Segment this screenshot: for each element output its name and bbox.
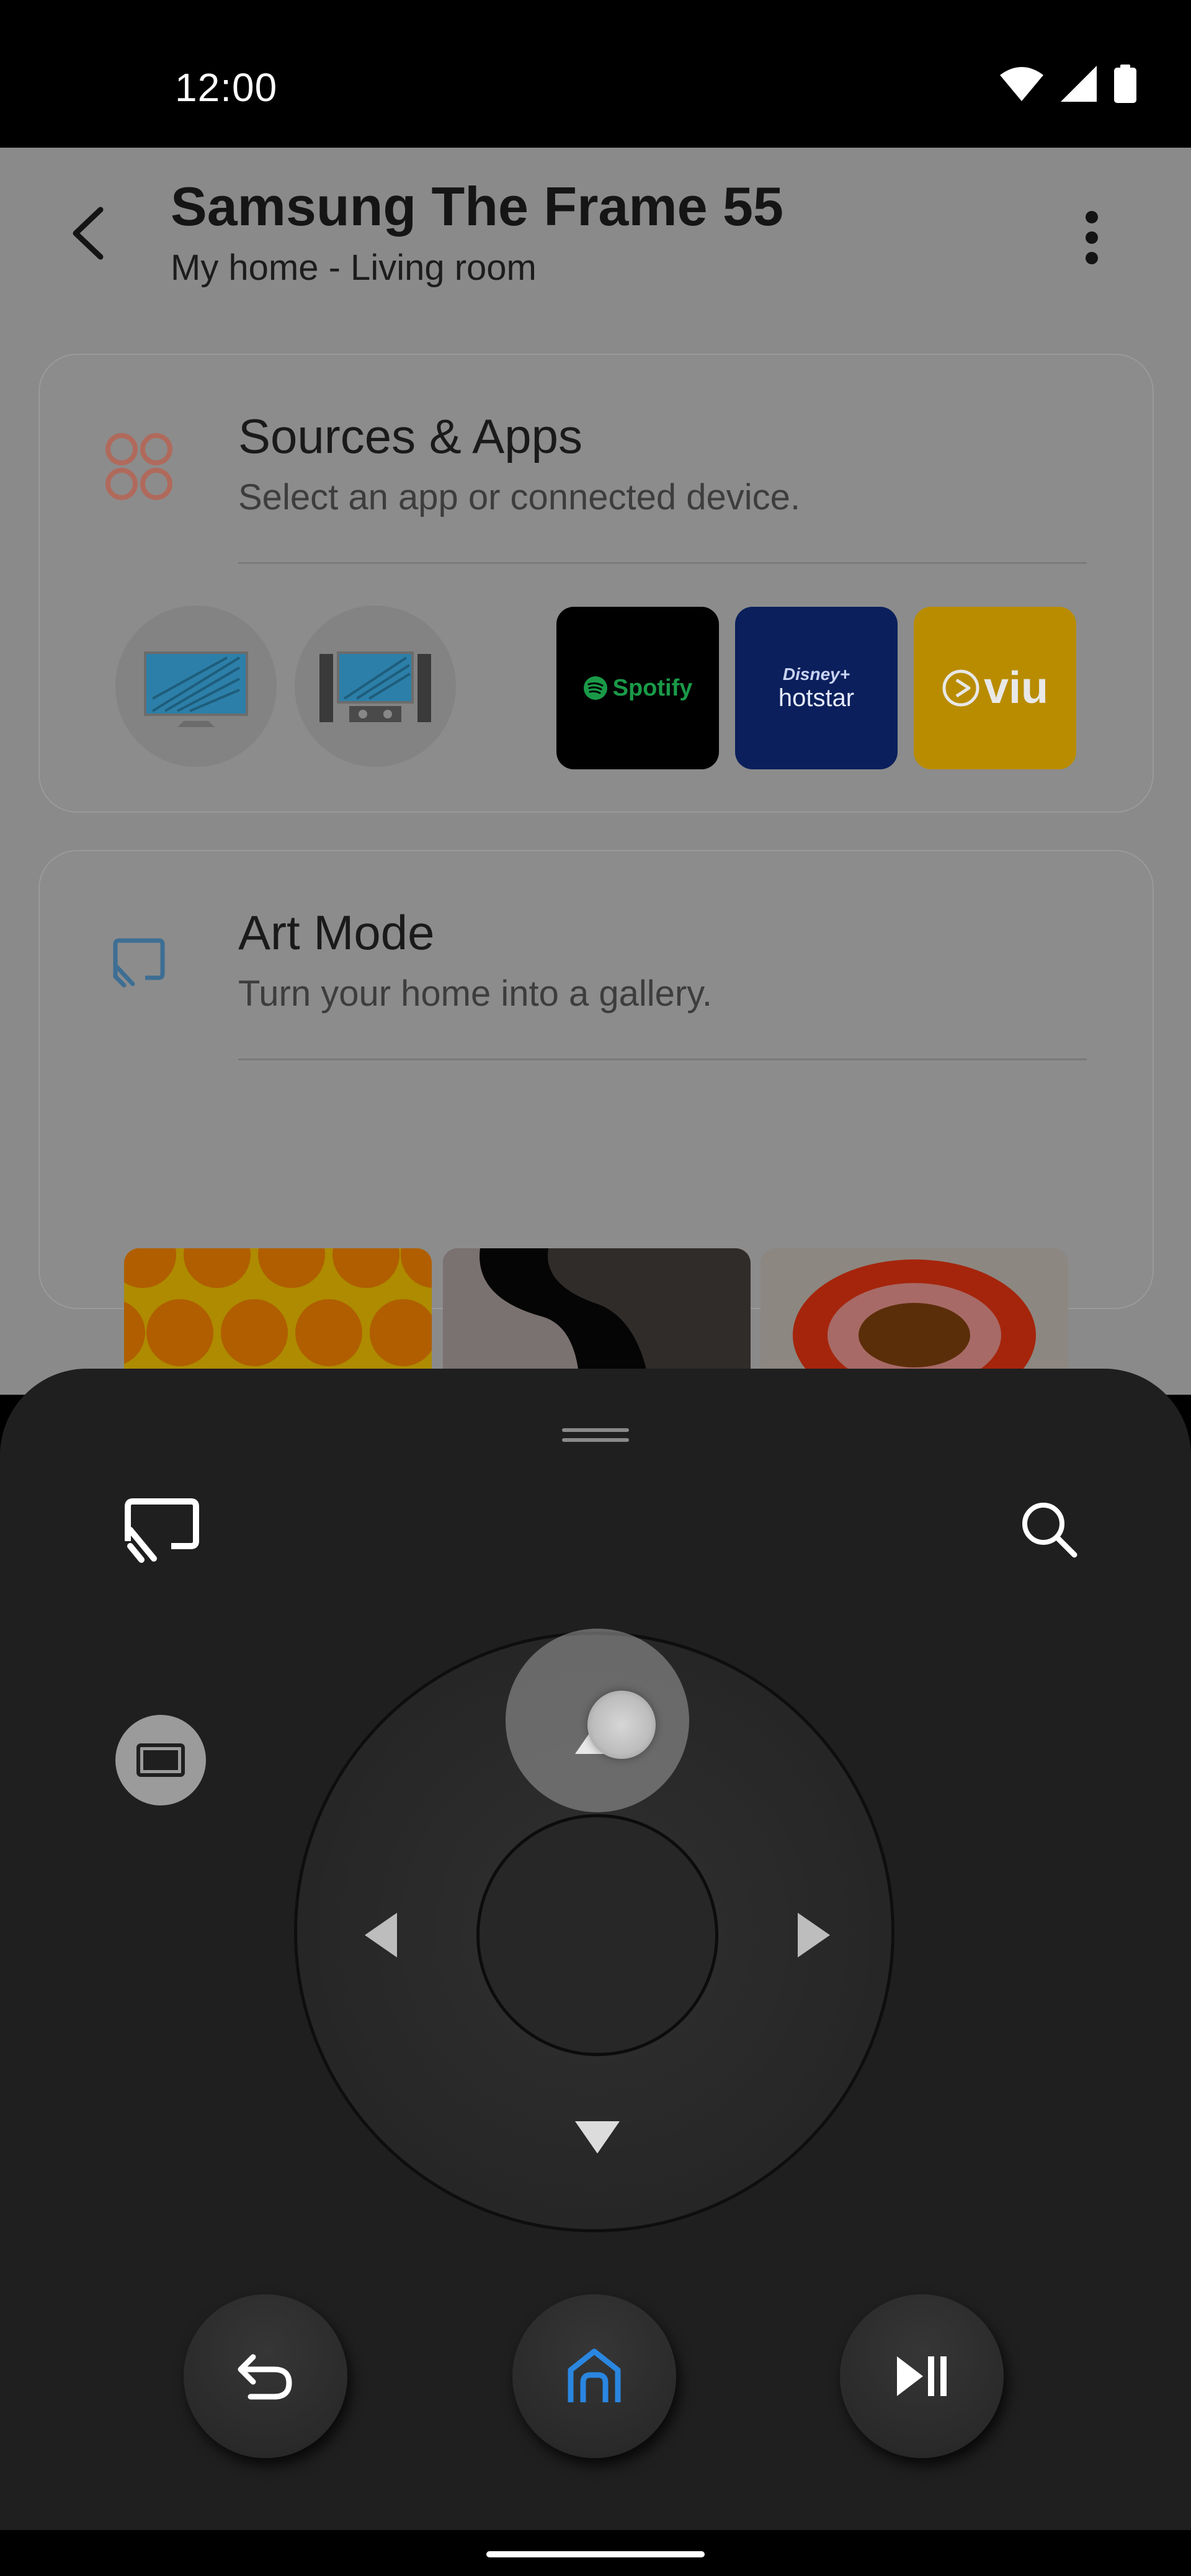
- system-nav-bar: [0, 2530, 1191, 2576]
- triangle-right-icon: [798, 1913, 830, 1957]
- status-time: 12:00: [175, 65, 278, 110]
- source-tv[interactable]: [115, 606, 277, 767]
- play-pause-button[interactable]: [840, 2294, 1004, 2458]
- screen-ratio-button[interactable]: [115, 1715, 206, 1805]
- art-mode-card[interactable]: Art Mode Turn your home into a gallery.: [38, 850, 1154, 1420]
- sheet-drag-handle[interactable]: [562, 1428, 629, 1432]
- hotstar-brand-top: Disney+: [782, 664, 850, 684]
- device-screen: Samsung The Frame 55 My home - Living ro…: [0, 148, 1191, 1420]
- source-home-theater[interactable]: [295, 606, 456, 767]
- remote-sheet: [0, 1369, 1191, 2530]
- apps-grid-icon: [102, 429, 176, 504]
- sources-apps-subtitle: Select an app or connected device.: [238, 477, 801, 517]
- play-pause-icon: [897, 2356, 947, 2396]
- touch-indicator: [587, 1691, 656, 1759]
- app-tile-spotify[interactable]: Spotify: [556, 607, 719, 769]
- art-mode-title: Art Mode: [238, 905, 435, 960]
- triangle-down-icon: [575, 2121, 620, 2153]
- sources-apps-title: Sources & Apps: [238, 409, 582, 463]
- spotify-logo: Spotify: [583, 674, 693, 702]
- back-key-button[interactable]: [184, 2294, 347, 2458]
- art-mode-subtitle: Turn your home into a gallery.: [238, 973, 713, 1014]
- cast-screen-icon: [102, 926, 176, 1000]
- device-title: Samsung The Frame 55: [171, 176, 783, 237]
- direction-pad[interactable]: [294, 1629, 894, 2232]
- home-gesture-pill[interactable]: [486, 2551, 705, 2557]
- status-bar: 12:00: [0, 0, 1191, 148]
- dpad-left-button[interactable]: [362, 1910, 399, 1960]
- dpad-right-button[interactable]: [795, 1910, 832, 1960]
- cellular-signal-icon: [1061, 66, 1097, 102]
- search-icon: [1022, 1503, 1077, 1558]
- divider: [238, 1058, 1087, 1060]
- viu-logo: viu: [942, 663, 1048, 713]
- app-tile-hotstar[interactable]: Disney+ hotstar: [735, 607, 898, 769]
- device-location: My home - Living room: [171, 248, 537, 288]
- divider: [238, 562, 1087, 564]
- dpad-ok-button[interactable]: [476, 1814, 718, 2056]
- sheet-drag-handle-line: [562, 1438, 629, 1442]
- return-arrow-icon: [238, 2354, 292, 2400]
- wifi-icon: [1000, 67, 1043, 101]
- play-circle-icon: [942, 669, 979, 707]
- spotify-icon: [583, 676, 607, 700]
- tv-device-icon: [144, 651, 248, 727]
- more-options-button[interactable]: [1079, 203, 1104, 272]
- app-bar: Samsung The Frame 55 My home - Living ro…: [0, 148, 1191, 334]
- dpad-down-button[interactable]: [573, 2119, 622, 2156]
- triangle-left-icon: [365, 1913, 397, 1957]
- app-tile-viu[interactable]: viu: [914, 607, 1076, 769]
- cast-screen-icon: [125, 1498, 199, 1563]
- screen-ratio-icon: [136, 1743, 185, 1777]
- status-icons: [1000, 65, 1136, 103]
- chevron-left-icon: [73, 207, 104, 260]
- viu-label: viu: [983, 663, 1049, 713]
- search-button[interactable]: [1017, 1498, 1079, 1560]
- spotify-label: Spotify: [612, 674, 693, 701]
- home-icon: [568, 2348, 621, 2402]
- back-button[interactable]: [62, 202, 118, 264]
- sources-apps-card[interactable]: Sources & Apps Select an app or connecte…: [38, 354, 1154, 813]
- home-theater-device-icon: [319, 651, 431, 722]
- battery-icon: [1114, 65, 1136, 103]
- cast-button[interactable]: [122, 1498, 202, 1566]
- more-vertical-icon: [1086, 211, 1098, 264]
- home-key-button[interactable]: [512, 2294, 676, 2458]
- hotstar-brand-bottom: hotstar: [778, 684, 855, 712]
